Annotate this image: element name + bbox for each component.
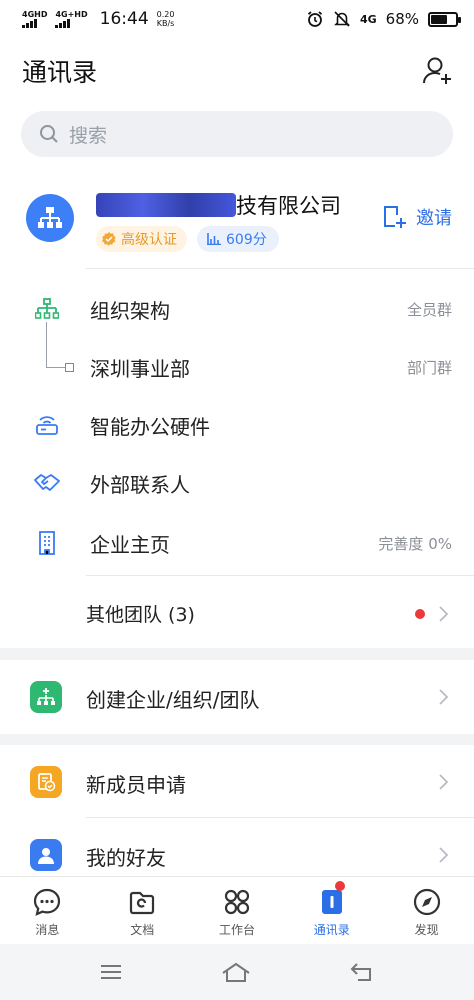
invite-label: 邀请 bbox=[416, 208, 452, 229]
tab-label: 文档 bbox=[130, 923, 155, 937]
create-org-icon bbox=[30, 681, 62, 713]
contacts-book-icon bbox=[321, 890, 342, 914]
score-badge[interactable]: 609分 bbox=[197, 226, 279, 252]
bar-chart-icon bbox=[207, 233, 221, 245]
redacted-mark bbox=[96, 193, 236, 217]
smart-hardware-item[interactable]: 智能办公硬件 bbox=[0, 396, 474, 454]
org-tree-icon bbox=[34, 296, 60, 322]
company-homepage-item[interactable]: 企业主页 完善度 0% bbox=[0, 514, 474, 572]
search-placeholder: 搜索 bbox=[69, 124, 108, 147]
divider bbox=[86, 575, 474, 576]
battery-percent: 68% bbox=[385, 10, 419, 28]
tab-contacts[interactable]: 通讯录 bbox=[284, 877, 379, 944]
chat-bubble-icon bbox=[34, 888, 61, 916]
tab-docs[interactable]: 文档 bbox=[95, 877, 190, 944]
tab-messages[interactable]: 消息 bbox=[0, 877, 95, 944]
company-name: 技有限公司 bbox=[96, 190, 341, 220]
all-staff-group-link[interactable]: 全员群 bbox=[407, 299, 452, 320]
section-gap bbox=[0, 734, 474, 745]
notification-dot bbox=[415, 609, 425, 619]
other-teams-label: 其他团队 (3) bbox=[86, 604, 195, 626]
org-structure-label: 组织架构 bbox=[90, 298, 170, 323]
invite-icon bbox=[384, 206, 406, 228]
document-icon bbox=[130, 891, 155, 915]
friends-icon bbox=[30, 839, 62, 871]
battery-icon bbox=[428, 11, 461, 27]
create-org-label: 创建企业/组织/团队 bbox=[86, 688, 260, 712]
speed-unit: KB/s bbox=[156, 19, 175, 28]
certification-badge[interactable]: 高级认证 bbox=[96, 226, 187, 252]
chevron-right-icon bbox=[439, 689, 449, 705]
notification-dot bbox=[334, 881, 345, 891]
compass-icon bbox=[413, 888, 440, 916]
section-gap bbox=[0, 648, 474, 660]
department-group-link[interactable]: 部门群 bbox=[407, 357, 452, 378]
create-org-item[interactable]: 创建企业/组织/团队 bbox=[0, 660, 474, 734]
add-contact-icon[interactable] bbox=[420, 54, 454, 88]
home-icon[interactable] bbox=[221, 961, 251, 983]
search-input[interactable]: 搜索 bbox=[21, 111, 453, 157]
chevron-right-icon bbox=[439, 847, 449, 863]
network-type-1: 4GHD bbox=[22, 10, 48, 19]
score-value: 609分 bbox=[226, 232, 267, 248]
status-bar: 4GHD 4G+HD 16:44 0.20 KB/s 4G 68% bbox=[0, 0, 474, 38]
signal-icon-2: 4G+HD bbox=[55, 10, 88, 28]
external-contacts-label: 外部联系人 bbox=[90, 472, 190, 497]
tab-discover[interactable]: 发现 bbox=[379, 877, 474, 944]
tab-label: 通讯录 bbox=[313, 923, 350, 937]
router-icon bbox=[34, 412, 60, 438]
building-icon bbox=[34, 530, 60, 556]
mute-bell-icon bbox=[334, 11, 350, 27]
external-contacts-item[interactable]: 外部联系人 bbox=[0, 454, 474, 512]
company-card[interactable]: 技有限公司 高级认证 609分 邀请 bbox=[0, 180, 474, 270]
org-logo-icon bbox=[26, 194, 74, 242]
tab-label: 工作台 bbox=[218, 923, 255, 937]
org-structure-item[interactable]: 组织架构 全员群 bbox=[0, 280, 474, 338]
chevron-right-icon bbox=[439, 774, 449, 790]
divider bbox=[86, 268, 474, 269]
tab-label: 发现 bbox=[414, 923, 439, 937]
page-title: 通讯录 bbox=[22, 58, 98, 87]
menu-icon[interactable] bbox=[99, 963, 123, 981]
new-member-label: 新成员申请 bbox=[86, 773, 186, 797]
invite-button[interactable]: 邀请 bbox=[382, 204, 452, 230]
header: 通讯录 bbox=[22, 48, 454, 94]
search-icon bbox=[40, 125, 58, 143]
network-type-3: 4G bbox=[359, 12, 377, 26]
network-speed: 0.20 KB/s bbox=[157, 10, 175, 28]
new-member-item[interactable]: 新成员申请 bbox=[0, 745, 474, 819]
smart-hardware-label: 智能办公硬件 bbox=[90, 414, 210, 439]
back-icon[interactable] bbox=[349, 962, 375, 982]
network-type-2: 4G+HD bbox=[55, 10, 88, 19]
verified-icon bbox=[102, 232, 116, 246]
other-teams-item[interactable]: 其他团队 (3) bbox=[0, 583, 474, 645]
speed-value: 0.20 bbox=[156, 10, 175, 19]
tab-workbench[interactable]: 工作台 bbox=[190, 877, 285, 944]
company-name-text: 技有限公司 bbox=[236, 194, 341, 218]
signal-icon: 4GHD bbox=[22, 10, 47, 28]
new-member-icon bbox=[30, 766, 62, 798]
company-homepage-label: 企业主页 bbox=[90, 532, 170, 557]
my-friends-label: 我的好友 bbox=[86, 846, 166, 870]
completeness-value: 完善度 0% bbox=[378, 534, 452, 553]
chevron-right-icon bbox=[439, 606, 449, 622]
clock: 16:44 bbox=[99, 9, 149, 29]
system-nav-bar bbox=[0, 944, 474, 1000]
tab-label: 消息 bbox=[35, 923, 60, 937]
department-item[interactable]: 深圳事业部 部门群 bbox=[0, 338, 474, 396]
tab-bar: 消息 文档 工作台 通讯录 发现 bbox=[0, 876, 474, 944]
workbench-icon bbox=[224, 889, 250, 915]
department-label: 深圳事业部 bbox=[90, 356, 190, 381]
handshake-icon bbox=[34, 470, 60, 496]
alarm-icon bbox=[307, 11, 323, 27]
certification-label: 高级认证 bbox=[121, 232, 177, 248]
